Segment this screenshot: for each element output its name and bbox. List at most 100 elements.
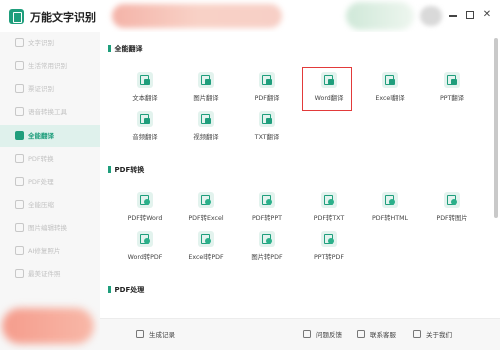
sidebar-item-label: 生活常用识别 (28, 62, 67, 70)
pdf-to-html-icon (382, 192, 398, 208)
tool-label: PDF转Excel (188, 215, 224, 222)
tool-label: PPT翻译 (439, 95, 465, 102)
tool-label: 图片翻译 (193, 95, 219, 102)
sidebar: 文字识别 生活常用识别 票证识别 语音转换工具 全能翻译 PDF转换 PDF处理… (0, 32, 100, 350)
section-title: 全能翻译 (108, 44, 143, 54)
sidebar-item-pdf-convert[interactable]: PDF转换 (0, 148, 100, 170)
maximize-icon[interactable] (464, 9, 476, 21)
tool-pdf-to-word[interactable]: PDF转Word (114, 192, 176, 232)
bottom-bar: 生成记录 问题反馈 联系客服 关于我们 (100, 318, 500, 350)
sidebar-item-label: AI修复照片 (28, 247, 61, 255)
redacted-account (346, 2, 414, 30)
ppt-translate-icon (444, 72, 460, 88)
sidebar-item-label: 文字识别 (28, 39, 54, 47)
ticket-recognition-icon (15, 84, 24, 93)
tool-label: 音频翻译 (132, 134, 158, 141)
tool-label: Word转PDF (127, 254, 163, 261)
tool-audio-translate[interactable]: 音频翻译 (114, 111, 176, 151)
tool-label: PPT转PDF (313, 254, 344, 261)
sidebar-item-label: PDF转换 (28, 155, 54, 163)
sidebar-item-label: 最美证件照 (28, 270, 61, 278)
tool-excel-translate[interactable]: Excel翻译 (359, 72, 421, 112)
image-to-pdf-icon (259, 231, 275, 247)
sidebar-item-life-recognition[interactable]: 生活常用识别 (0, 55, 100, 77)
word-to-pdf-icon (137, 231, 153, 247)
section-title: PDF处理 (108, 285, 145, 295)
sidebar-item-image-edit[interactable]: 图片编辑转换 (0, 217, 100, 239)
sidebar-item-text-recognition[interactable]: 文字识别 (0, 32, 100, 54)
tool-word-translate[interactable]: Word翻译 (298, 67, 360, 112)
scrollbar[interactable] (494, 38, 498, 218)
tool-label: 文本翻译 (132, 95, 158, 102)
image-translate-icon (198, 72, 214, 88)
sidebar-item-label: 票证识别 (28, 85, 54, 93)
pdf-to-txt-icon (321, 192, 337, 208)
tool-label: Word翻译 (314, 95, 344, 102)
tool-excel-to-pdf[interactable]: Excel转PDF (175, 231, 237, 271)
tool-text-translate[interactable]: 文本翻译 (114, 72, 176, 112)
tool-label: 图片转PDF (251, 254, 283, 261)
history-label: 生成记录 (149, 331, 175, 339)
pdf-to-ppt-icon (259, 192, 275, 208)
text-translate-icon (137, 72, 153, 88)
sidebar-item-translate[interactable]: 全能翻译 (0, 125, 100, 147)
pdf-to-image-icon (444, 192, 460, 208)
tool-label: TXT翻译 (254, 134, 280, 141)
sidebar-item-compress[interactable]: 全能压缩 (0, 194, 100, 216)
feedback-icon (303, 330, 311, 338)
minimize-icon[interactable] (447, 9, 459, 21)
feedback-label: 问题反馈 (316, 331, 342, 339)
pdf-to-word-icon (137, 192, 153, 208)
text-recognition-icon (15, 38, 24, 47)
info-icon (413, 330, 421, 338)
audio-translate-icon (137, 111, 153, 127)
sidebar-item-label: 图片编辑转换 (28, 224, 67, 232)
translate-icon (15, 131, 24, 140)
section-title: PDF转换 (108, 165, 145, 175)
tool-label: Excel翻译 (375, 95, 405, 102)
close-icon[interactable]: ✕ (481, 9, 493, 21)
tool-label: 视频翻译 (193, 134, 219, 141)
sidebar-item-pdf-process[interactable]: PDF处理 (0, 171, 100, 193)
sidebar-item-ticket-recognition[interactable]: 票证识别 (0, 78, 100, 100)
redacted-banner (112, 4, 282, 28)
tool-label: PDF转图片 (436, 215, 468, 222)
redacted-avatar (420, 6, 442, 26)
sidebar-item-label: 全能翻译 (28, 132, 54, 140)
sidebar-item-label: 语音转换工具 (28, 108, 67, 116)
tool-label: PDF转HTML (371, 215, 409, 222)
about-label: 关于我们 (426, 331, 452, 339)
tool-label: Excel转PDF (188, 254, 224, 261)
tool-ppt-to-pdf[interactable]: PPT转PDF (298, 231, 360, 271)
sidebar-item-voice-tool[interactable]: 语音转换工具 (0, 101, 100, 123)
pdf-convert-icon (15, 154, 24, 163)
tool-word-to-pdf[interactable]: Word转PDF (114, 231, 176, 271)
life-recognition-icon (15, 61, 24, 70)
title-bar: 万能文字识别 ✕ (0, 0, 500, 32)
image-edit-icon (15, 223, 24, 232)
tool-pdf-to-html[interactable]: PDF转HTML (359, 192, 421, 232)
tool-image-to-pdf[interactable]: 图片转PDF (236, 231, 298, 271)
tool-label: PDF转PPT (251, 215, 282, 222)
ai-photo-icon (15, 246, 24, 255)
excel-translate-icon (382, 72, 398, 88)
app-logo-icon (9, 9, 24, 24)
tool-pdf-translate[interactable]: PDF翻译 (236, 72, 298, 112)
pdf-process-icon (15, 177, 24, 186)
sidebar-item-id-photo[interactable]: 最美证件照 (0, 263, 100, 285)
tool-image-translate[interactable]: 图片翻译 (175, 72, 237, 112)
app-title: 万能文字识别 (30, 11, 96, 24)
tool-txt-translate[interactable]: TXT翻译 (236, 111, 298, 151)
compress-icon (15, 200, 24, 209)
tool-pdf-to-txt[interactable]: PDF转TXT (298, 192, 360, 232)
pdf-translate-icon (259, 72, 275, 88)
sidebar-item-ai-photo[interactable]: AI修复照片 (0, 240, 100, 262)
tool-pdf-to-ppt[interactable]: PDF转PPT (236, 192, 298, 232)
tool-pdf-to-excel[interactable]: PDF转Excel (175, 192, 237, 232)
tool-video-translate[interactable]: 视频翻译 (175, 111, 237, 151)
pdf-to-excel-icon (198, 192, 214, 208)
tool-pdf-to-image[interactable]: PDF转图片 (421, 192, 483, 232)
tool-ppt-translate[interactable]: PPT翻译 (421, 72, 483, 112)
support-label: 联系客服 (370, 331, 396, 339)
word-translate-icon (321, 72, 337, 88)
